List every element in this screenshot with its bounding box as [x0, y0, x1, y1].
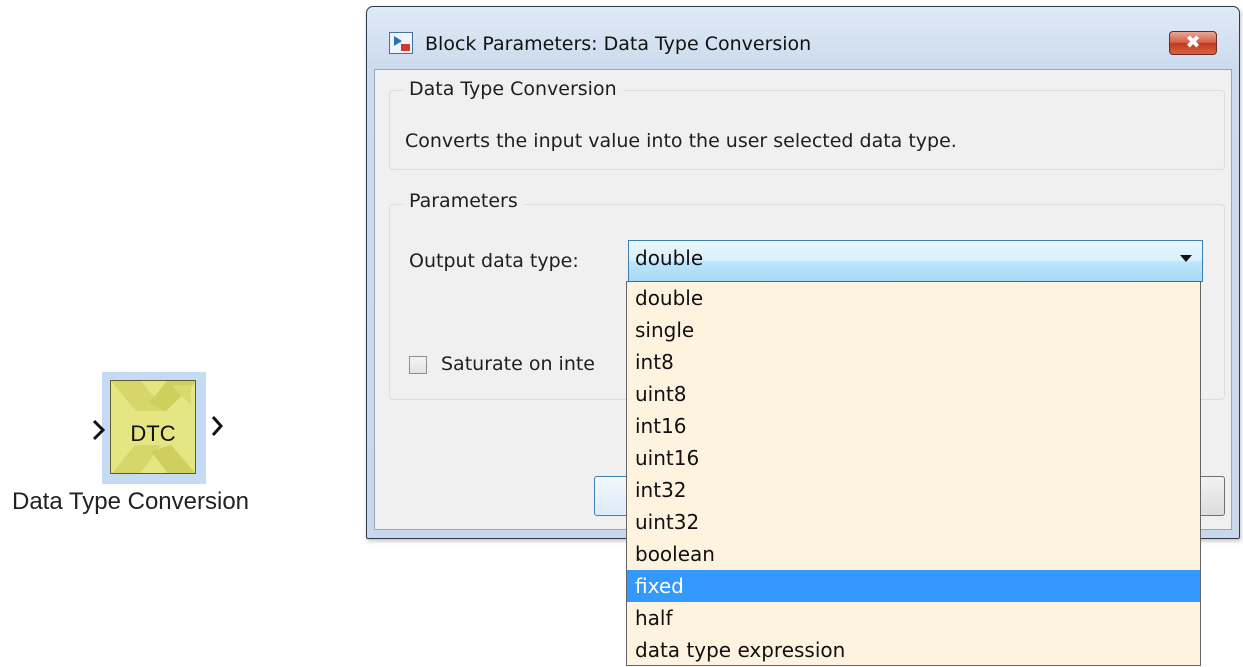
- parameters-group-title: Parameters: [403, 190, 524, 212]
- dropdown-option-fixed[interactable]: fixed: [627, 570, 1200, 602]
- dropdown-option-int16[interactable]: int16: [627, 410, 1200, 442]
- dropdown-option-double[interactable]: double: [627, 282, 1200, 314]
- dropdown-option-data-type-expression[interactable]: data type expression: [627, 634, 1200, 666]
- chevron-down-icon: [1180, 255, 1192, 262]
- dropdown-option-int8[interactable]: int8: [627, 346, 1200, 378]
- output-data-type-value: double: [635, 246, 704, 270]
- simulink-app-icon: [389, 32, 413, 54]
- dropdown-option-uint16[interactable]: uint16: [627, 442, 1200, 474]
- dropdown-option-uint8[interactable]: uint8: [627, 378, 1200, 410]
- dropdown-option-boolean[interactable]: boolean: [627, 538, 1200, 570]
- dropdown-option-uint32[interactable]: uint32: [627, 506, 1200, 538]
- output-data-type-label: Output data type:: [409, 250, 579, 272]
- dropdown-option-int32[interactable]: int32: [627, 474, 1200, 506]
- dropdown-option-half[interactable]: half: [627, 602, 1200, 634]
- saturate-checkbox[interactable]: [409, 356, 427, 374]
- output-port-icon[interactable]: [210, 415, 224, 437]
- close-button[interactable]: ✖: [1169, 31, 1217, 55]
- output-data-type-select[interactable]: double: [628, 240, 1203, 282]
- dtc-block[interactable]: DTC: [110, 380, 196, 474]
- dtc-block-wrapper[interactable]: DTC: [90, 372, 230, 488]
- block-label: DTC: [130, 421, 176, 446]
- block-name[interactable]: Data Type Conversion: [12, 488, 312, 516]
- input-port-icon[interactable]: [92, 419, 106, 441]
- window-title: Block Parameters: Data Type Conversion: [425, 33, 812, 55]
- description-text: Converts the input value into the user s…: [405, 130, 957, 152]
- dropdown-option-single[interactable]: single: [627, 314, 1200, 346]
- output-data-type-dropdown[interactable]: double single int8 uint8 int16 uint16 in…: [626, 281, 1201, 666]
- saturate-label[interactable]: Saturate on inte: [441, 353, 595, 375]
- description-group-title: Data Type Conversion: [403, 78, 623, 100]
